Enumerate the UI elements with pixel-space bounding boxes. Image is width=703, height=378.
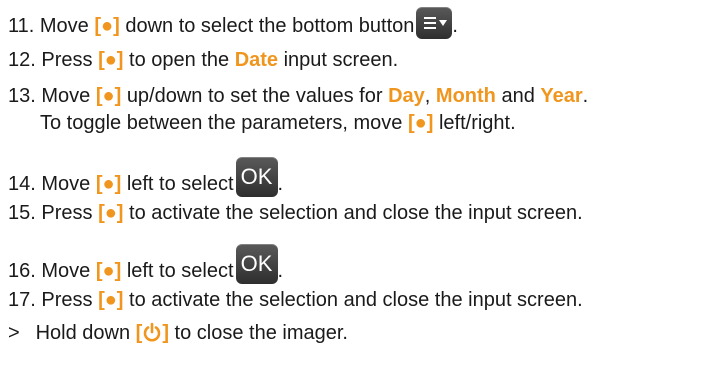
step-number: 12. bbox=[8, 49, 36, 71]
select-key: [●] bbox=[94, 15, 120, 37]
step-text: Hold down bbox=[35, 322, 131, 344]
step-number: 13. bbox=[8, 85, 36, 107]
step-text: . bbox=[582, 85, 589, 107]
step-11: 11. Move [●] down to select the bottom b… bbox=[8, 7, 458, 39]
step-text: . bbox=[277, 173, 284, 195]
select-key: [●] bbox=[408, 112, 434, 134]
power-icon bbox=[144, 322, 161, 342]
step-number: 11. bbox=[8, 15, 35, 37]
menu-dropdown-icon bbox=[416, 7, 453, 39]
keyword-month: Month bbox=[435, 85, 496, 107]
step-text: to close the imager. bbox=[174, 322, 348, 344]
step-number: 16. bbox=[8, 260, 36, 282]
ok-button-icon: OK bbox=[235, 244, 278, 284]
step-17: 17. Press [●] to activate the selection … bbox=[8, 287, 583, 313]
step-text: to open the bbox=[129, 49, 230, 71]
power-key: [] bbox=[135, 322, 169, 344]
select-key: [●] bbox=[98, 49, 124, 71]
step-text: Press bbox=[41, 202, 93, 224]
step-13-continuation: To toggle between the parameters, move [… bbox=[40, 110, 516, 136]
select-key: [●] bbox=[95, 85, 122, 107]
step-text: to activate the selection and close the … bbox=[129, 289, 583, 311]
step-number: 14. bbox=[8, 173, 36, 195]
step-text: To toggle between the parameters, move bbox=[40, 112, 403, 134]
select-key: [●] bbox=[95, 260, 122, 282]
step-text: . bbox=[452, 15, 458, 37]
step-14: 14. Move [●] left to select OK. bbox=[8, 157, 283, 197]
result-marker: > bbox=[8, 322, 20, 344]
step-number: 15. bbox=[8, 202, 36, 224]
step-text: Move bbox=[41, 260, 91, 282]
step-text: left to select bbox=[126, 173, 234, 195]
step-text: Press bbox=[41, 49, 93, 71]
select-key: [●] bbox=[95, 173, 122, 195]
step-text: . bbox=[277, 260, 284, 282]
step-15: 15. Press [●] to activate the selection … bbox=[8, 200, 583, 226]
select-key: [●] bbox=[98, 289, 124, 311]
step-text: and bbox=[501, 85, 535, 107]
step-text: Move bbox=[39, 15, 89, 37]
select-key: [●] bbox=[98, 202, 124, 224]
ok-button-icon: OK bbox=[235, 157, 278, 197]
step-text: , bbox=[424, 85, 431, 107]
step-text: to activate the selection and close the … bbox=[129, 202, 583, 224]
keyword-date: Date bbox=[234, 49, 279, 71]
step-number: 17. bbox=[8, 289, 36, 311]
keyword-day: Day bbox=[388, 85, 425, 107]
step-text: down to select the bottom button bbox=[125, 15, 415, 37]
step-13: 13. Move [●] up/down to set the values f… bbox=[8, 83, 588, 109]
step-12: 12. Press [●] to open the Date input scr… bbox=[8, 47, 398, 73]
keyword-year: Year bbox=[540, 85, 583, 107]
step-text: Move bbox=[41, 85, 91, 107]
step-text: left/right. bbox=[438, 112, 516, 134]
step-text: Press bbox=[41, 289, 93, 311]
result-line: > Hold down [] to close the imager. bbox=[8, 320, 348, 346]
step-16: 16. Move [●] left to select OK. bbox=[8, 244, 283, 284]
step-text: left to select bbox=[126, 260, 234, 282]
step-text: up/down to set the values for bbox=[126, 85, 383, 107]
step-text: Move bbox=[41, 173, 91, 195]
step-text: input screen. bbox=[283, 49, 399, 71]
